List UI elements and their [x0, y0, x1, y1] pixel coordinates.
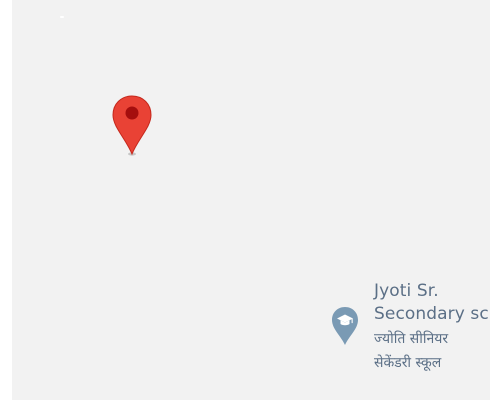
location-pin-icon[interactable]: [110, 94, 154, 158]
school-icon[interactable]: [330, 306, 360, 346]
poi-school[interactable]: Jyoti Sr. Secondary sc ज्योति सीनियर सेक…: [330, 280, 490, 380]
poi-name-hi-line2: सेकेंडरी स्कूल: [374, 355, 442, 371]
poi-school-label[interactable]: Jyoti Sr. Secondary sc ज्योति सीनियर सेक…: [374, 280, 490, 374]
map-frame: Jyoti Sr. Secondary sc ज्योति सीनियर सेक…: [0, 0, 498, 405]
poi-name-hi-line1: ज्योति सीनियर: [374, 331, 449, 347]
map-speck: [60, 16, 64, 18]
map-canvas[interactable]: Jyoti Sr. Secondary sc ज्योति सीनियर सेक…: [12, 0, 490, 400]
poi-name-en-line2: Secondary sc: [374, 304, 489, 324]
poi-name-en-line1: Jyoti Sr.: [374, 281, 439, 301]
location-pin-shape: [112, 95, 152, 156]
